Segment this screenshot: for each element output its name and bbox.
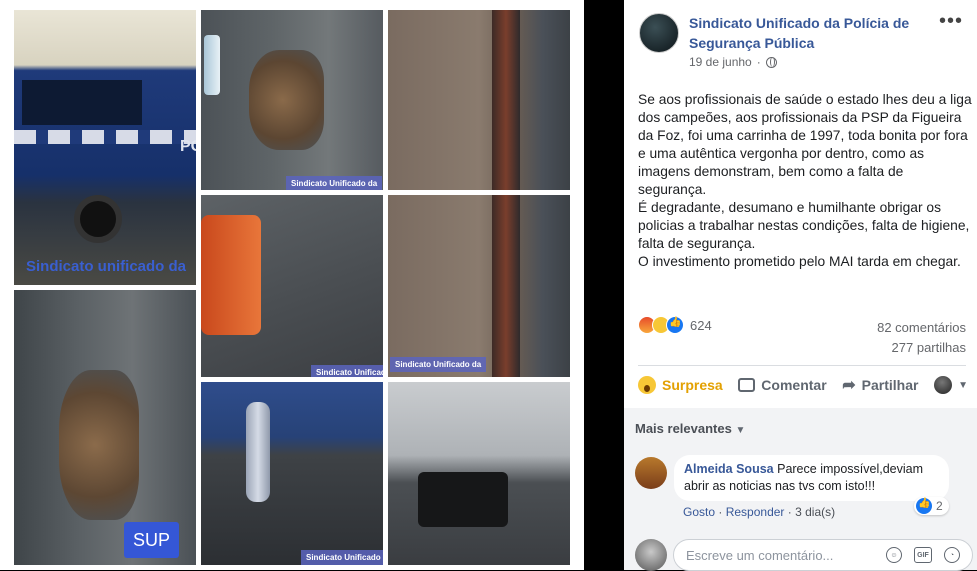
post-date[interactable]: 19 de junho — [689, 55, 752, 69]
comment-reply-button[interactable]: Responder — [726, 505, 785, 519]
emoji-icon[interactable]: ☺ — [886, 547, 902, 563]
post-paragraph: É degradante, desumano e humilhante obri… — [638, 200, 970, 251]
torn-seat-2 — [59, 370, 139, 520]
share-button[interactable]: ➦ Partilhar — [842, 375, 918, 395]
watermark: Sindicato Unificado da — [390, 357, 487, 372]
react-label: Surpresa — [662, 377, 723, 393]
post-text: Se aos profissionais de saúde o estado l… — [638, 91, 972, 271]
comments-count-link[interactable]: 82 comentários — [877, 318, 966, 338]
comment-time[interactable]: 3 dia(s) — [795, 505, 835, 519]
comments-section: Mais relevantes ▼ Almeida Sousa Parece i… — [624, 408, 977, 571]
van-wheel — [74, 195, 122, 243]
separator: · — [787, 505, 796, 519]
post-panel: Sindicato Unificado da Polícia de Segura… — [624, 0, 977, 571]
photo-collage[interactable]: PO Sindicato unificado da Sindicato Unif… — [0, 0, 584, 570]
reaction-summary[interactable]: 624 — [638, 316, 712, 334]
post-actions: Surpresa Comentar ➦ Partilhar ▼ — [638, 375, 968, 395]
like-reaction-icon — [666, 316, 684, 334]
share-icon: ➦ — [842, 377, 856, 394]
post-paragraph: O investimento prometido pelo MAI tarda … — [638, 254, 961, 269]
watermark-van: Sindicato unificado da — [26, 258, 187, 275]
shares-count-link[interactable]: 277 partilhas — [877, 338, 966, 358]
page-name-link[interactable]: Sindicato Unificado da Polícia de Segura… — [689, 13, 939, 53]
rust-strip-1 — [492, 10, 520, 190]
caret-down-icon: ▼ — [735, 425, 746, 436]
wow-icon — [638, 376, 656, 394]
photo-gearstick: Sindicato Unificado da — [201, 382, 383, 565]
sticker-icon[interactable]: ◔ — [944, 547, 960, 563]
comment-like-button[interactable]: Gosto — [683, 505, 715, 519]
photo-van: PO Sindicato unificado da — [14, 10, 196, 285]
photo-seat-2: SUP — [14, 290, 196, 565]
page-avatar[interactable] — [639, 13, 679, 53]
react-button[interactable]: Surpresa — [638, 376, 723, 394]
torn-seat-1 — [249, 50, 324, 150]
watermark: Sindicato Unificado da — [301, 550, 383, 565]
comment-like-count: 2 — [936, 499, 943, 513]
comment-label: Comentar — [761, 377, 827, 393]
user-avatar — [934, 376, 953, 394]
comment-reactions[interactable]: 2 — [914, 497, 949, 515]
comment-placeholder: Escreve um comentário... — [686, 547, 834, 563]
reaction-count: 624 — [690, 317, 712, 333]
watermark: Sindicato Unificado da — [311, 365, 383, 377]
post-stats: 82 comentários 277 partilhas — [877, 318, 966, 358]
post-paragraph: Se aos profissionais de saúde o estado l… — [638, 92, 972, 197]
sort-label: Mais relevantes — [635, 421, 732, 436]
van-window — [22, 80, 142, 125]
post-as-selector[interactable]: ▼ — [934, 376, 968, 394]
comment-sort-dropdown[interactable]: Mais relevantes ▼ — [635, 421, 745, 436]
watermark: Sindicato Unificado da — [286, 176, 383, 190]
gear-knob — [246, 402, 270, 502]
comment-bubble: Almeida Sousa Parece impossível,deviam a… — [674, 455, 949, 501]
comment-actions: Gosto · Responder · 3 dia(s) — [683, 505, 835, 519]
meta-separator: · — [756, 55, 761, 69]
share-label: Partilhar — [861, 377, 919, 393]
photo-seat-1: Sindicato Unificado da — [201, 10, 383, 190]
photo-rear-seat — [388, 382, 570, 565]
post-meta: 19 de junho · — [689, 55, 777, 69]
divider — [638, 365, 966, 366]
commenter-avatar[interactable] — [635, 457, 667, 489]
gif-icon[interactable]: GIF — [914, 547, 932, 563]
comment-icon — [738, 378, 756, 392]
rust-strip-2 — [492, 195, 520, 377]
separator: · — [718, 505, 726, 519]
comment-button[interactable]: Comentar — [738, 377, 827, 393]
comment-input[interactable]: Escreve um comentário... ☺ GIF ◔ — [673, 539, 973, 571]
water-bottle — [204, 35, 220, 95]
photo-door-1 — [388, 10, 570, 190]
globe-icon — [765, 56, 777, 68]
photo-door-2: Sindicato Unificado da — [388, 195, 570, 377]
current-user-avatar — [635, 539, 667, 571]
caret-down-icon: ▼ — [958, 379, 968, 391]
sup-badge: SUP — [124, 522, 179, 558]
orange-cushion — [201, 215, 261, 335]
van-lettering: PO — [180, 138, 196, 155]
more-options-icon[interactable]: ••• — [939, 10, 963, 33]
like-reaction-icon — [916, 498, 932, 514]
photo-viewer[interactable]: PO Sindicato unificado da Sindicato Unif… — [0, 0, 584, 570]
photo-floor-1: Sindicato Unificado da — [201, 195, 383, 377]
black-bag — [418, 472, 508, 527]
comment-author[interactable]: Almeida Sousa — [684, 462, 774, 476]
van-stripe — [14, 130, 196, 144]
